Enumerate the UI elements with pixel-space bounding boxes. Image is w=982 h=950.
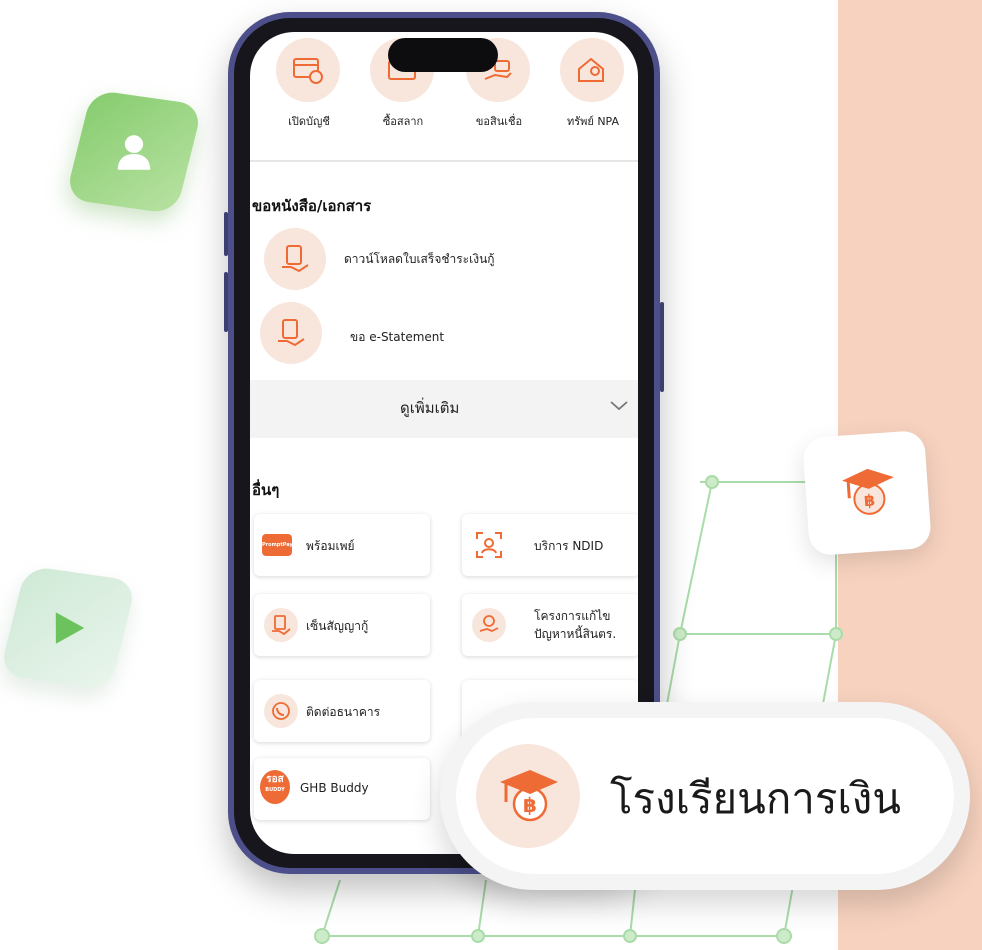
top-menu-label[interactable]: เปิดบัญชี <box>264 112 354 130</box>
sign-contract-icon <box>264 608 298 642</box>
contact-bank-card[interactable]: ติดต่อธนาคาร <box>254 680 430 742</box>
documents-section-title: ขอหนังสือ/เอกสาร <box>252 197 372 215</box>
phone-notch <box>388 38 498 72</box>
phone-power-button <box>660 302 664 392</box>
top-menu-label[interactable]: ซื้อสลาก <box>358 112 448 130</box>
ndid-face-scan-icon <box>472 528 506 562</box>
top-menu-label[interactable]: ขอสินเชื่อ <box>454 112 544 130</box>
e-statement-icon[interactable] <box>260 302 322 364</box>
ndid-card[interactable]: บริการ NDID <box>462 514 638 576</box>
ghb-buddy-card[interactable]: รอส BUDDY GHB Buddy <box>254 758 430 820</box>
promptpay-card[interactable]: PromptPay พร้อมเพย์ <box>254 514 430 576</box>
financial-school-banner[interactable]: ฿ โรงเรียนการเงิน <box>440 702 970 890</box>
financial-school-banner-inner: ฿ โรงเรียนการเงิน <box>456 718 954 874</box>
user-icon <box>117 135 151 170</box>
receipt-document-icon[interactable] <box>264 228 326 290</box>
debt-solution-icon <box>472 608 506 642</box>
document-item-label[interactable]: ขอ e-Statement <box>350 328 444 347</box>
phone-volume-down-button <box>224 272 228 332</box>
card-label: บริการ NDID <box>534 539 604 553</box>
svg-text:฿: ฿ <box>523 793 537 817</box>
buddy-badge-line2: BUDDY <box>265 787 285 793</box>
svg-text:฿: ฿ <box>863 490 875 510</box>
card-label-line2: ปัญหาหนี้สินตร. <box>534 627 617 641</box>
see-more-button[interactable]: ดูเพิ่มเติม <box>250 380 638 438</box>
see-more-label: ดูเพิ่มเติม <box>400 399 460 417</box>
top-menu-label[interactable]: ทรัพย์ NPA <box>548 112 638 130</box>
card-label: ติดต่อธนาคาร <box>306 705 381 719</box>
financial-school-title: โรงเรียนการเงิน <box>610 774 902 823</box>
chevron-down-icon[interactable] <box>608 394 630 416</box>
debt-solution-card[interactable]: โครงการแก้ไข ปัญหาหนี้สินตร. <box>462 594 638 656</box>
open-account-icon[interactable] <box>276 38 340 102</box>
ghb-buddy-logo: รอส BUDDY <box>260 770 290 804</box>
others-section-title: อื่นๆ <box>252 481 280 499</box>
floating-school-tile: ฿ <box>802 429 932 557</box>
document-item-label[interactable]: ดาวน์โหลดใบเสร็จชำระเงินกู้ <box>344 250 495 269</box>
play-icon <box>55 612 85 644</box>
promptpay-icon: PromptPay <box>262 534 293 556</box>
card-label: เซ็นสัญญากู้ <box>306 619 369 633</box>
card-label: GHB Buddy <box>300 781 369 795</box>
card-label: พร้อมเพย์ <box>306 539 355 553</box>
sign-contract-card[interactable]: เซ็นสัญญากู้ <box>254 594 430 656</box>
card-label-line1: โครงการแก้ไข <box>534 609 611 623</box>
buddy-badge-line1: รอส <box>266 774 284 785</box>
graduation-cap-baht-icon: ฿ <box>476 744 580 848</box>
section-divider <box>250 160 638 162</box>
phone-volume-up-button <box>224 212 228 256</box>
npa-property-icon[interactable] <box>560 38 624 102</box>
contact-bank-icon <box>264 694 298 728</box>
graduation-cap-baht-icon: ฿ <box>842 468 894 515</box>
